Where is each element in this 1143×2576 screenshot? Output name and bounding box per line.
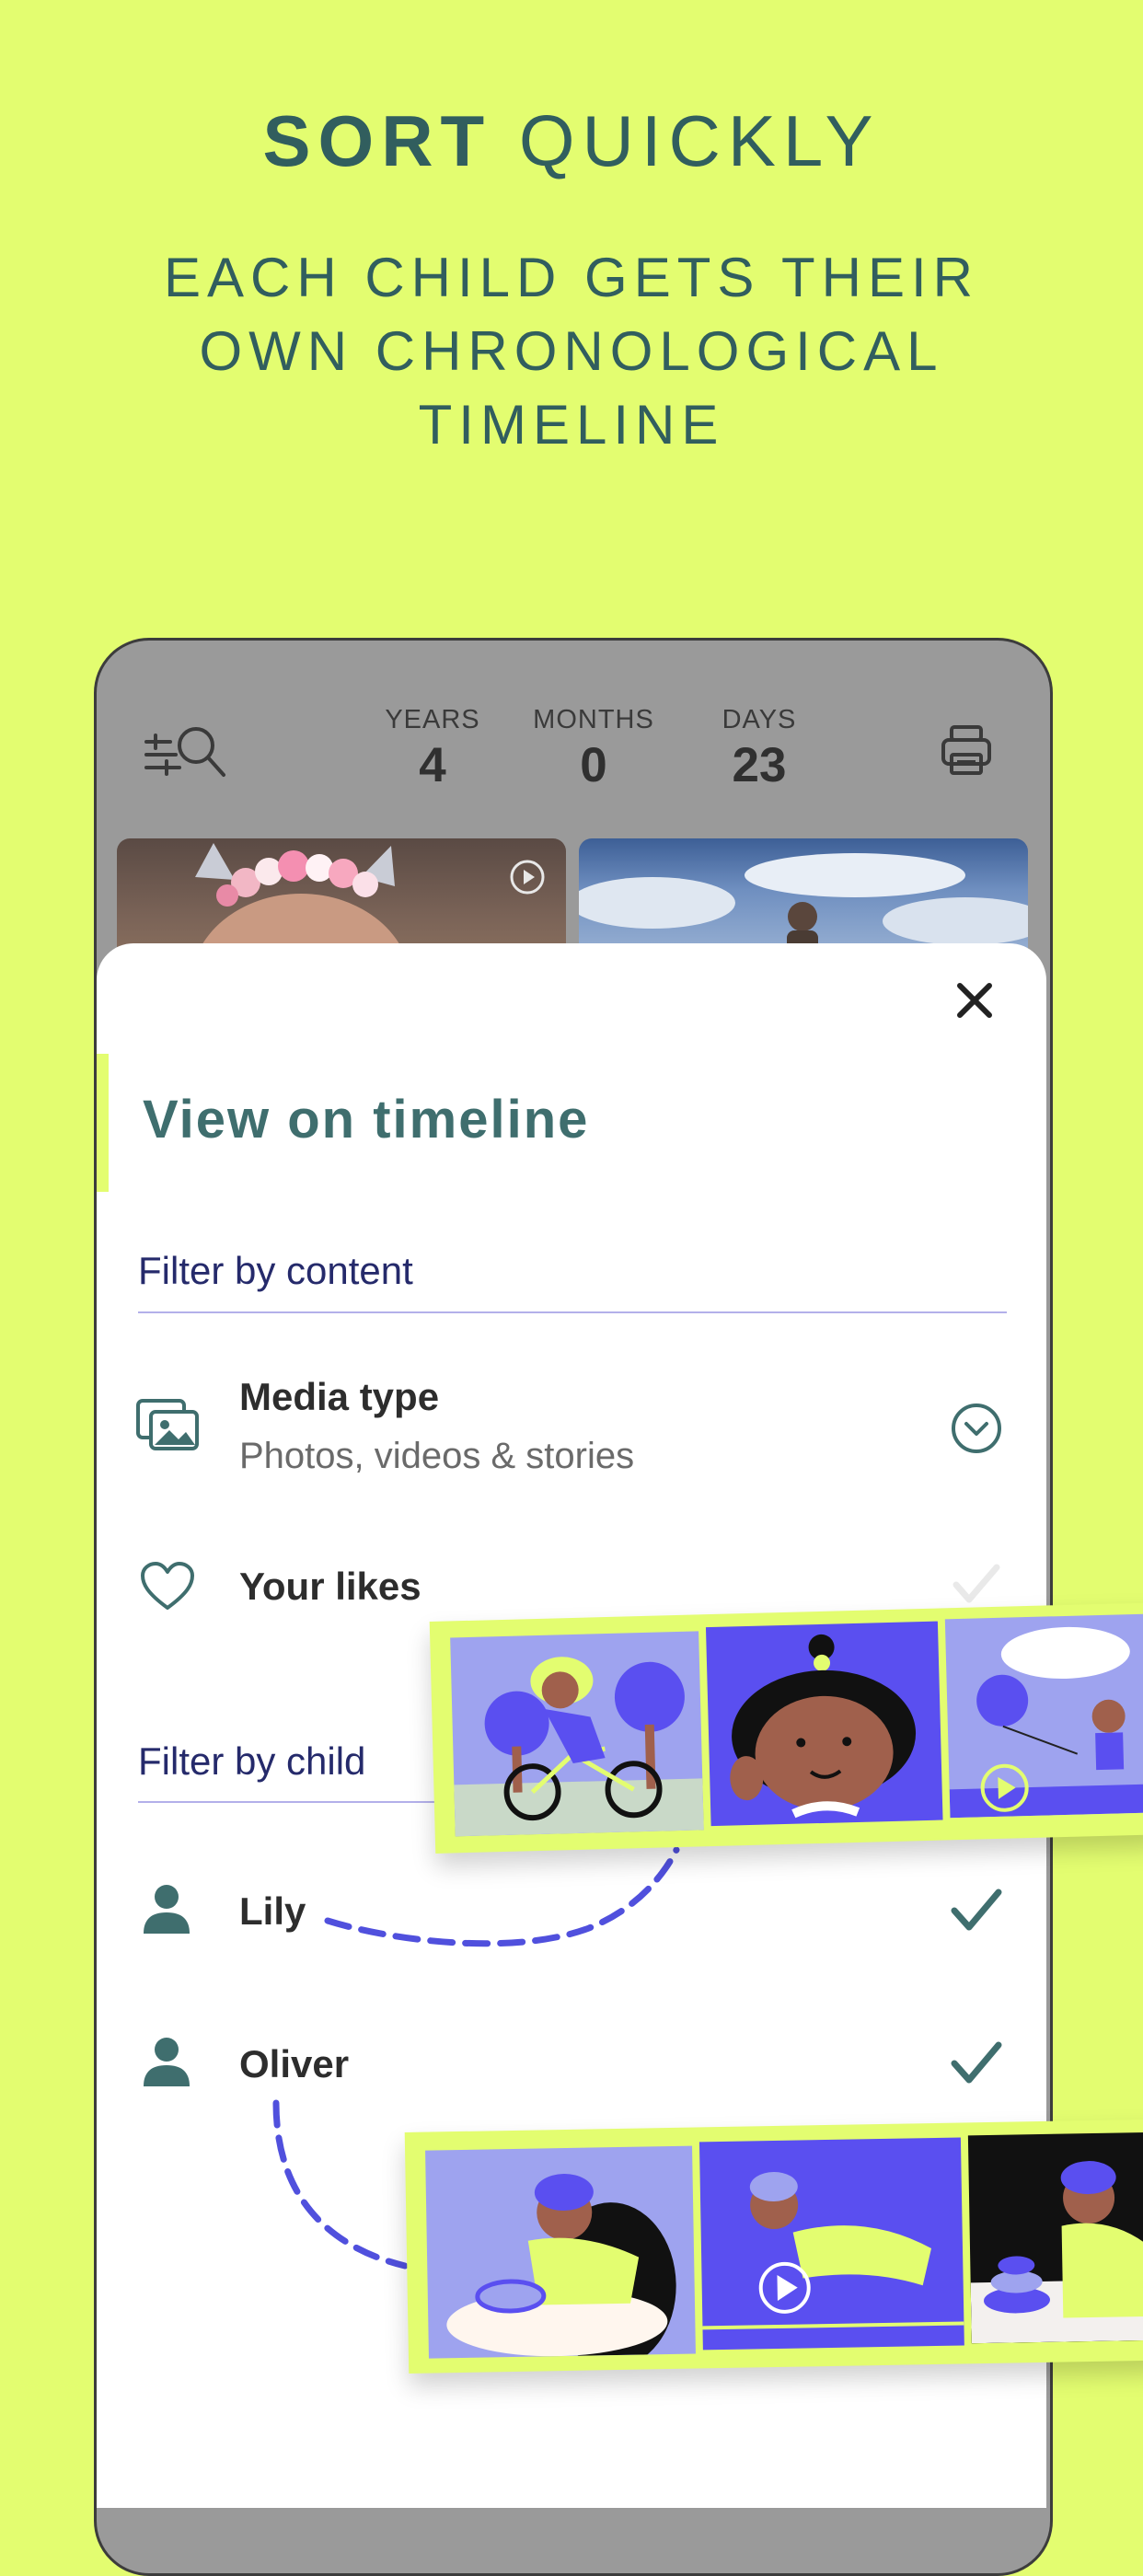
- filter-search-icon[interactable]: [143, 723, 227, 780]
- heart-icon: [141, 1562, 194, 1610]
- headline: SORT QUICKLY: [0, 99, 1143, 183]
- illustration-cycling: [450, 1631, 704, 1837]
- subheadline-line: OWN CHRONOLOGICAL: [199, 320, 944, 382]
- video-play-icon: [510, 860, 545, 895]
- years-label: YEARS: [385, 705, 480, 734]
- headline-bold: SORT: [262, 100, 492, 181]
- chevron-down-circle-icon[interactable]: [950, 1402, 1003, 1455]
- subheadline: EACH CHILD GETS THEIR OWN CHRONOLOGICAL …: [0, 241, 1143, 462]
- divider: [138, 1311, 1007, 1313]
- oliver-illustration-strip: [404, 2119, 1143, 2374]
- months-value: 0: [580, 738, 607, 792]
- close-button[interactable]: [948, 974, 1001, 1027]
- illustration-baby-stacking: [967, 2131, 1143, 2344]
- child-name-lily[interactable]: Lily: [239, 1889, 306, 1934]
- checkmark-icon[interactable]: [951, 1887, 1002, 1935]
- subheadline-line: EACH CHILD GETS THEIR: [163, 247, 979, 308]
- divider: [138, 1801, 442, 1803]
- illustration-waving-child: [705, 1621, 943, 1827]
- your-likes-title[interactable]: Your likes: [239, 1565, 421, 1609]
- years-value: 4: [419, 738, 446, 792]
- close-icon: [957, 983, 992, 1018]
- sheet-title: View on timeline: [143, 1090, 590, 1149]
- months-counter: MONTHS 0: [515, 705, 672, 793]
- days-label: DAYS: [722, 705, 797, 734]
- media-type-title[interactable]: Media type: [239, 1375, 439, 1419]
- filter-child-label: Filter by child: [138, 1739, 366, 1783]
- filter-content-label: Filter by content: [138, 1249, 413, 1292]
- print-icon[interactable]: [940, 723, 993, 777]
- illustration-balloon-video: [944, 1613, 1143, 1819]
- months-label: MONTHS: [533, 705, 654, 734]
- checkmark-icon[interactable]: [952, 1563, 1000, 1605]
- days-counter: DAYS 23: [704, 705, 814, 793]
- person-icon: [144, 1885, 190, 1934]
- years-counter: YEARS 4: [373, 705, 492, 793]
- illustration-baby-eating: [425, 2145, 696, 2359]
- subheadline-line: TIMELINE: [418, 394, 725, 456]
- child-name-oliver[interactable]: Oliver: [239, 2042, 349, 2086]
- illustration-baby-crawling-video: [698, 2137, 964, 2351]
- photos-icon: [136, 1399, 199, 1450]
- checkmark-icon[interactable]: [951, 2039, 1002, 2087]
- person-icon: [144, 2038, 190, 2086]
- days-value: 23: [732, 738, 787, 792]
- media-type-subtitle: Photos, videos & stories: [239, 1436, 635, 1476]
- timeline-header: YEARS 4 MONTHS 0 DAYS 23: [97, 641, 1050, 825]
- accent-bar: [97, 1054, 109, 1192]
- headline-light: QUICKLY: [518, 100, 881, 181]
- lily-illustration-strip: [429, 1602, 1143, 1854]
